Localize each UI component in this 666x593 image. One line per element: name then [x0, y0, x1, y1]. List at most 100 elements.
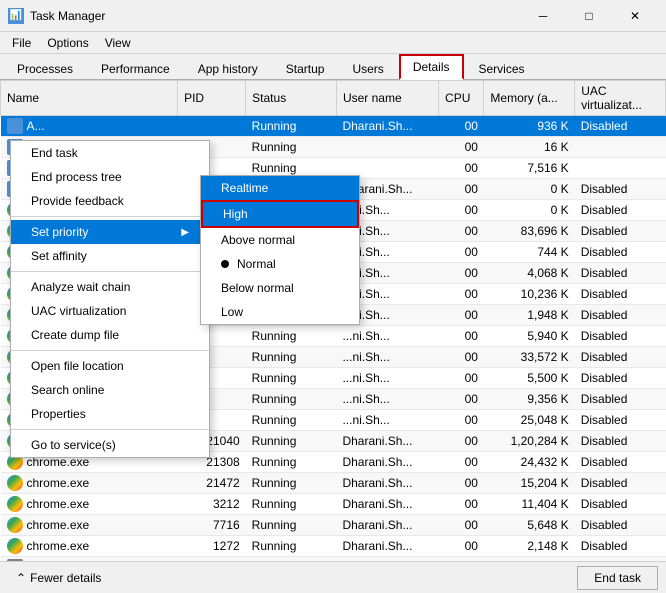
cell-memory: 16 K: [484, 137, 575, 158]
table-row[interactable]: chrome.exe 7716 Running Dharani.Sh... 00…: [1, 515, 666, 536]
cell-uac: Disabled: [575, 263, 666, 284]
cell-username: Dharani.Sh...: [336, 536, 438, 557]
priority-above-normal-label: Above normal: [221, 233, 295, 247]
cell-cpu: 00: [439, 536, 484, 557]
tab-processes[interactable]: Processes: [4, 57, 86, 80]
cell-uac: Disabled: [575, 452, 666, 473]
end-task-button[interactable]: End task: [577, 566, 658, 590]
ctx-set-priority-label: Set priority: [31, 225, 88, 239]
col-header-pid[interactable]: PID: [178, 81, 246, 116]
process-icon: [7, 538, 23, 554]
main-content: Name PID Status User name CPU Memory (a.…: [0, 80, 666, 561]
tab-startup[interactable]: Startup: [273, 57, 338, 80]
ctx-search-online[interactable]: Search online: [11, 378, 209, 402]
priority-above-normal[interactable]: Above normal: [201, 228, 359, 252]
tab-details[interactable]: Details: [399, 54, 464, 80]
submenu-arrow-icon: ▶: [181, 227, 189, 238]
menu-view[interactable]: View: [97, 34, 139, 52]
priority-normal[interactable]: Normal: [201, 252, 359, 276]
ctx-provide-feedback[interactable]: Provide feedback: [11, 189, 209, 213]
cell-uac: Disabled: [575, 536, 666, 557]
cell-status: Running: [246, 473, 337, 494]
cell-status: Running: [246, 431, 337, 452]
cell-uac: [575, 137, 666, 158]
cell-uac: Disabled: [575, 347, 666, 368]
col-header-status[interactable]: Status: [246, 81, 337, 116]
col-header-uac[interactable]: UAC virtualizat...: [575, 81, 666, 116]
col-header-memory[interactable]: Memory (a...: [484, 81, 575, 116]
ctx-go-to-services[interactable]: Go to service(s): [11, 433, 209, 457]
cell-cpu: 00: [439, 305, 484, 326]
menu-bar: File Options View: [0, 32, 666, 54]
ctx-end-task[interactable]: End task: [11, 141, 209, 165]
app-icon: 📊: [8, 8, 24, 24]
cell-cpu: 00: [439, 116, 484, 137]
tab-bar: Processes Performance App history Startu…: [0, 54, 666, 80]
cell-memory: 10,236 K: [484, 284, 575, 305]
process-icon: [7, 517, 23, 533]
table-row[interactable]: chrome.exe 3212 Running Dharani.Sh... 00…: [1, 494, 666, 515]
cell-uac: Disabled: [575, 305, 666, 326]
cell-memory: 33,572 K: [484, 347, 575, 368]
ctx-set-affinity[interactable]: Set affinity: [11, 244, 209, 268]
priority-high[interactable]: High: [201, 200, 359, 228]
tab-users[interactable]: Users: [339, 57, 396, 80]
cell-status: Running: [246, 452, 337, 473]
cell-status: Running: [246, 536, 337, 557]
cell-username: Dharani.Sh...: [336, 431, 438, 452]
maximize-button[interactable]: □: [566, 0, 612, 32]
priority-realtime-label: Realtime: [221, 181, 268, 195]
cell-uac: Disabled: [575, 368, 666, 389]
cell-status: Running: [246, 347, 337, 368]
cell-memory: 25,048 K: [484, 410, 575, 431]
cell-name: chrome.exe: [1, 536, 178, 557]
fewer-details-button[interactable]: ⌃ Fewer details: [8, 567, 109, 589]
minimize-button[interactable]: ─: [520, 0, 566, 32]
cell-memory: 5,940 K: [484, 326, 575, 347]
cell-pid: 1272: [178, 536, 246, 557]
cell-cpu: 00: [439, 200, 484, 221]
cell-username: [336, 137, 438, 158]
cell-username: ...ni.Sh...: [336, 326, 438, 347]
col-header-name[interactable]: Name: [1, 81, 178, 116]
context-menu: End task End process tree Provide feedba…: [10, 140, 210, 458]
close-button[interactable]: ✕: [612, 0, 658, 32]
cell-memory: 15,204 K: [484, 473, 575, 494]
ctx-properties[interactable]: Properties: [11, 402, 209, 426]
cell-uac: [575, 158, 666, 179]
menu-file[interactable]: File: [4, 34, 39, 52]
table-row[interactable]: A... Running Dharani.Sh... 00 936 K Disa…: [1, 116, 666, 137]
process-icon: [7, 496, 23, 512]
ctx-uac-virtualization[interactable]: UAC virtualization: [11, 299, 209, 323]
process-icon: [7, 118, 23, 134]
table-row[interactable]: chrome.exe 21472 Running Dharani.Sh... 0…: [1, 473, 666, 494]
cell-memory: 83,696 K: [484, 221, 575, 242]
menu-options[interactable]: Options: [39, 34, 96, 52]
tab-performance[interactable]: Performance: [88, 57, 183, 80]
cell-username: ...ni.Sh...: [336, 410, 438, 431]
cell-status: Running: [246, 389, 337, 410]
cell-username: ...ni.Sh...: [336, 347, 438, 368]
priority-below-normal[interactable]: Below normal: [201, 276, 359, 300]
cell-memory: 24,432 K: [484, 452, 575, 473]
ctx-open-file-location[interactable]: Open file location: [11, 354, 209, 378]
cell-uac: Disabled: [575, 116, 666, 137]
cell-uac: Disabled: [575, 389, 666, 410]
table-row[interactable]: chrome.exe 1272 Running Dharani.Sh... 00…: [1, 536, 666, 557]
ctx-analyze-wait-chain[interactable]: Analyze wait chain: [11, 275, 209, 299]
tab-app-history[interactable]: App history: [185, 57, 271, 80]
cell-uac: Disabled: [575, 494, 666, 515]
tab-services[interactable]: Services: [466, 57, 538, 80]
col-header-username[interactable]: User name: [336, 81, 438, 116]
separator-4: [11, 429, 209, 430]
ctx-set-priority[interactable]: Set priority ▶: [11, 220, 209, 244]
priority-low[interactable]: Low: [201, 300, 359, 324]
ctx-create-dump-file[interactable]: Create dump file: [11, 323, 209, 347]
cell-cpu: 00: [439, 284, 484, 305]
col-header-cpu[interactable]: CPU: [439, 81, 484, 116]
ctx-end-process-tree[interactable]: End process tree: [11, 165, 209, 189]
cell-pid: 7716: [178, 515, 246, 536]
priority-realtime[interactable]: Realtime: [201, 176, 359, 200]
cell-memory: 9,356 K: [484, 389, 575, 410]
cell-username: ...ni.Sh...: [336, 368, 438, 389]
